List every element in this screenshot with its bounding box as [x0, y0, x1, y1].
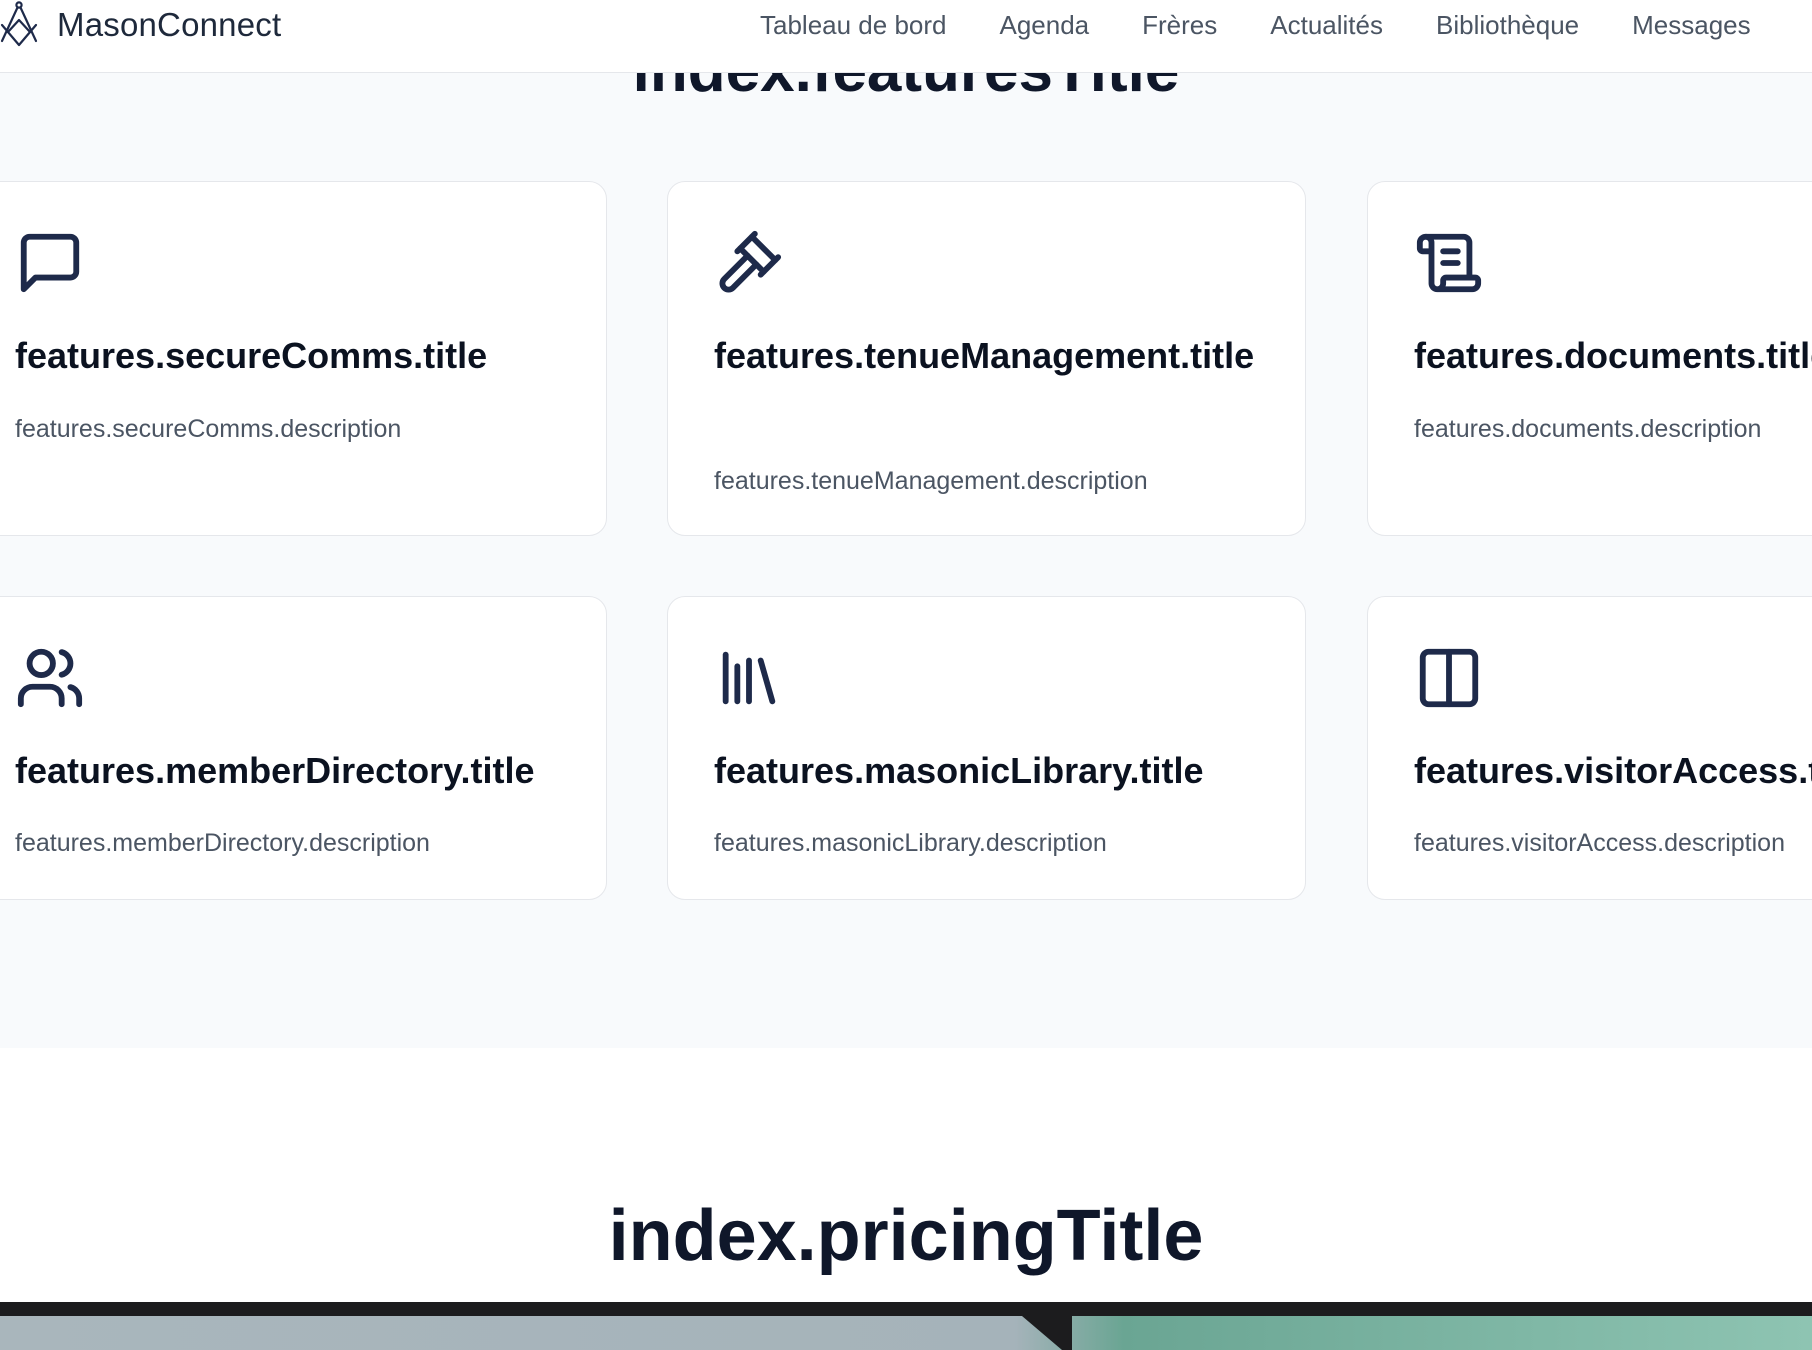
feature-card-title: features.tenueManagement.title: [714, 335, 1255, 376]
feature-card-secure-comms: features.secureComms.title features.secu…: [0, 181, 607, 536]
feature-card-title: features.masonicLibrary.title: [714, 750, 1204, 791]
scroll-icon: [1414, 228, 1484, 298]
feature-card-masonic-library: features.masonicLibrary.title features.m…: [667, 596, 1306, 900]
feature-card-description: features.masonicLibrary.description: [714, 829, 1107, 857]
feature-card-visitor-access: features.visitorAccess.title features.vi…: [1367, 596, 1812, 900]
feature-card-title: features.memberDirectory.title: [15, 750, 535, 791]
feature-card-description: features.secureComms.description: [15, 415, 402, 443]
square-compass-logo-icon: [0, 1, 38, 47]
feature-card-member-directory: features.memberDirectory.title features.…: [0, 596, 607, 900]
brand-name: MasonConnect: [57, 6, 282, 43]
features-section: index.featuresTitle features.secureComms…: [0, 73, 1812, 1048]
feature-card-title: features.secureComms.title: [15, 335, 488, 376]
feature-card-title: features.visitorAccess.title: [1414, 750, 1812, 791]
pricing-section-title: index.pricingTitle: [608, 1196, 1204, 1276]
nav-freres[interactable]: Frères: [1142, 10, 1217, 41]
feature-card-description: features.visitorAccess.description: [1414, 829, 1785, 857]
nav-actualites[interactable]: Actualités: [1270, 10, 1383, 41]
preview-frame-notch: [1022, 1316, 1072, 1350]
nav-tableau-de-bord[interactable]: Tableau de bord: [760, 10, 946, 41]
message-square-icon: [15, 228, 85, 298]
nav-messages[interactable]: Messages: [1632, 10, 1751, 41]
brand-link[interactable]: MasonConnect: [0, 0, 281, 50]
columns-icon: [1414, 643, 1484, 713]
users-icon: [15, 643, 85, 713]
feature-card-description: features.memberDirectory.description: [15, 829, 430, 857]
feature-card-documents: features.documents.title features.docume…: [1367, 181, 1812, 536]
library-icon: [714, 643, 784, 713]
preview-frame-top: [0, 1302, 1812, 1316]
preview-image: [0, 1316, 1812, 1350]
feature-card-description: features.documents.description: [1414, 415, 1762, 443]
nav-agenda[interactable]: Agenda: [999, 10, 1089, 41]
top-navbar: MasonConnect Tableau de bord Agenda Frèr…: [0, 0, 1812, 73]
features-section-title: index.featuresTitle: [0, 73, 1812, 106]
feature-card-tenue-management: features.tenueManagement.title features.…: [667, 181, 1306, 536]
main-nav: Tableau de bord Agenda Frères Actualités…: [760, 0, 1804, 50]
page: MasonConnect Tableau de bord Agenda Frèr…: [0, 0, 1812, 1350]
feature-card-description: features.tenueManagement.description: [714, 467, 1148, 495]
feature-card-title: features.documents.title: [1414, 335, 1812, 376]
nav-bibliotheque[interactable]: Bibliothèque: [1436, 10, 1579, 41]
gavel-icon: [714, 228, 784, 298]
